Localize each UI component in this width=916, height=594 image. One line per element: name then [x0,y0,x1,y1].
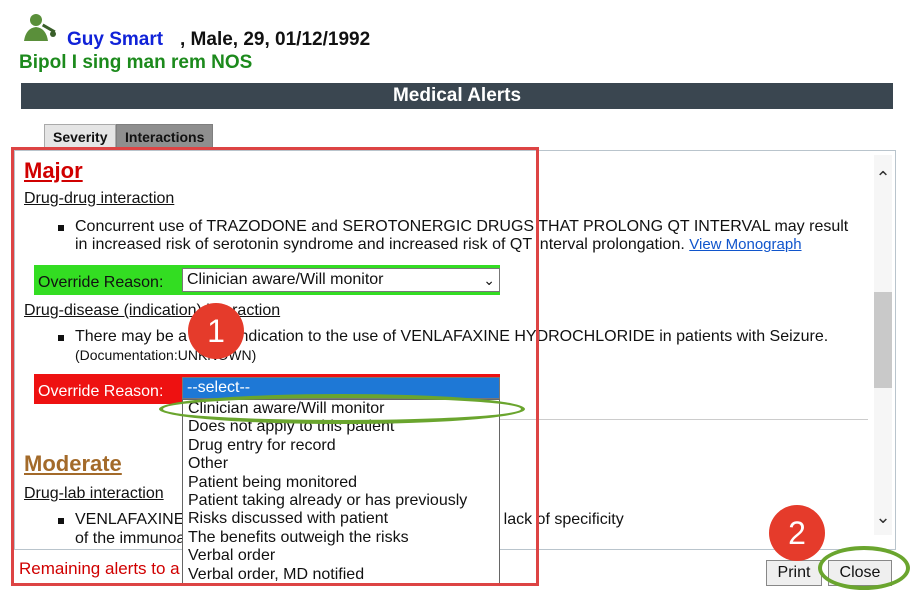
patient-diagnosis: Bipol I sing man rem NOS [19,52,253,73]
window-title: Medical Alerts [21,83,893,109]
scroll-up-icon[interactable]: ⌃ [874,168,892,189]
annotation-step-badge-1: 1 [188,303,244,359]
annotation-step-badge-2: 2 [769,505,825,561]
print-button[interactable]: Print [766,560,822,586]
patient-demographics: , Male, 29, 01/12/1992 [180,29,371,50]
tab-interactions[interactable]: Interactions [116,124,214,148]
annotation-ellipse-option [159,394,525,424]
annotation-ellipse-close [818,546,910,590]
view-monograph-link[interactable]: View Monograph [689,236,801,253]
scrollbar-thumb[interactable] [874,292,892,388]
tab-severity[interactable]: Severity [44,124,117,148]
patient-avatar-icon [20,12,60,42]
scroll-down-icon[interactable]: ⌄ [874,507,892,528]
patient-name: Guy Smart [67,29,164,50]
annotation-highlight-box [11,147,539,586]
